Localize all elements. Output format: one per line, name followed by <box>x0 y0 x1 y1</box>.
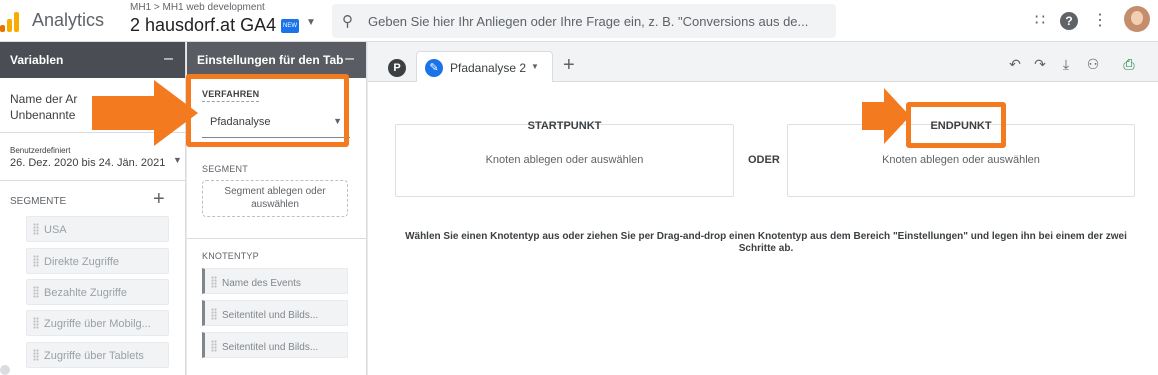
exploration-name-input[interactable]: Unbenannte <box>10 108 75 122</box>
variables-title: Variablen <box>10 53 64 67</box>
apps-icon[interactable]: ∷ <box>1030 10 1050 30</box>
date-range-selector[interactable]: 26. Dez. 2020 bis 24. Jän. 2021 <box>10 157 165 169</box>
settings-title: Einstellungen für den Tab <box>197 53 344 67</box>
settings-header: Einstellungen für den Tab – <box>187 42 366 78</box>
arrow-right-icon <box>92 80 198 146</box>
search-icon: ⚲ <box>342 13 353 30</box>
new-badge: NEW <box>281 19 299 33</box>
download-icon[interactable]: ⤓ <box>1057 56 1075 73</box>
chevron-down-icon[interactable]: ▼ <box>306 17 316 28</box>
add-icon[interactable]: + <box>563 54 575 77</box>
segment-drop-zone[interactable]: Segment ablegen oder auswählen <box>202 180 348 217</box>
variables-header: Variablen – <box>0 42 185 78</box>
more-vert-icon[interactable]: ⋮ <box>1090 10 1110 30</box>
pencil-icon: ✎ <box>425 59 443 77</box>
scroll-indicator <box>0 365 10 375</box>
start-point-hint[interactable]: Knoten ablegen oder auswählen <box>395 154 734 166</box>
user-avatar[interactable]: P <box>388 59 406 77</box>
endpoint-highlight <box>906 102 1006 148</box>
or-label: ODER <box>748 154 780 166</box>
canvas-toolbar: P ✎ Pfadanalyse 2 ▼ + ↶ ↷ ⤓ ⚇ ⎙ <box>368 42 1158 83</box>
tab-label: Pfadanalyse 2 <box>450 61 527 75</box>
segment-chip[interactable]: USA <box>26 216 169 242</box>
share-icon[interactable]: ⚇ <box>1084 56 1102 73</box>
exploration-canvas: STARTPUNKT Knoten ablegen oder auswählen… <box>368 82 1158 375</box>
node-type-header: KNOTENTYP <box>202 251 259 261</box>
node-type-chip[interactable]: Name des Events <box>202 268 348 294</box>
chevron-down-icon[interactable]: ▼ <box>173 155 182 165</box>
analytics-logo-icon[interactable] <box>0 12 22 32</box>
tab-pfadanalyse[interactable]: ✎ Pfadanalyse 2 ▼ <box>416 51 553 83</box>
instruction-text: Wählen Sie einen Knotentyp aus oder zieh… <box>405 231 1127 254</box>
undo-icon[interactable]: ↶ <box>1006 56 1024 73</box>
node-type-chip[interactable]: Seitentitel und Bilds... <box>202 332 348 358</box>
divider <box>0 180 186 181</box>
arrow-right-icon <box>862 88 910 144</box>
redo-icon[interactable]: ↷ <box>1031 56 1049 73</box>
chevron-down-icon[interactable]: ▼ <box>531 62 539 71</box>
search-input[interactable]: Geben Sie hier Ihr Anliegen oder Ihre Fr… <box>368 14 808 29</box>
start-point-title: STARTPUNKT <box>527 120 602 132</box>
search-bar[interactable]: ⚲ Geben Sie hier Ihr Anliegen oder Ihre … <box>332 4 836 38</box>
exploration-name-label: Name der Ar <box>10 92 78 106</box>
add-segment-icon[interactable]: + <box>153 188 165 211</box>
export-icon[interactable]: ⎙ <box>1120 56 1138 73</box>
date-range-label: Benutzerdefiniert <box>10 146 71 155</box>
remove-icon[interactable]: – <box>164 50 173 68</box>
avatar[interactable] <box>1124 6 1150 32</box>
segments-header: SEGMENTE <box>10 196 67 207</box>
segment-header: SEGMENT <box>202 164 248 174</box>
app-name[interactable]: Analytics <box>32 10 104 31</box>
property-selector[interactable]: 2 hausdorf.at GA4 <box>130 15 276 36</box>
account-breadcrumb[interactable]: MH1 > MH1 web development <box>130 2 265 13</box>
help-icon[interactable]: ? <box>1060 12 1078 30</box>
segment-chip[interactable]: Zugriffe über Tablets <box>26 342 169 368</box>
end-point-hint[interactable]: Knoten ablegen oder auswählen <box>787 154 1135 166</box>
remove-icon[interactable]: – <box>345 50 354 68</box>
segment-chip[interactable]: Zugriffe über Mobilg... <box>26 310 169 336</box>
node-type-chip[interactable]: Seitentitel und Bilds... <box>202 300 348 326</box>
technique-highlight <box>186 74 349 147</box>
segment-chip[interactable]: Bezahlte Zugriffe <box>26 279 169 305</box>
segment-chip[interactable]: Direkte Zugriffe <box>26 248 169 274</box>
divider <box>187 238 367 239</box>
top-header: Analytics MH1 > MH1 web development 2 ha… <box>0 0 1158 42</box>
